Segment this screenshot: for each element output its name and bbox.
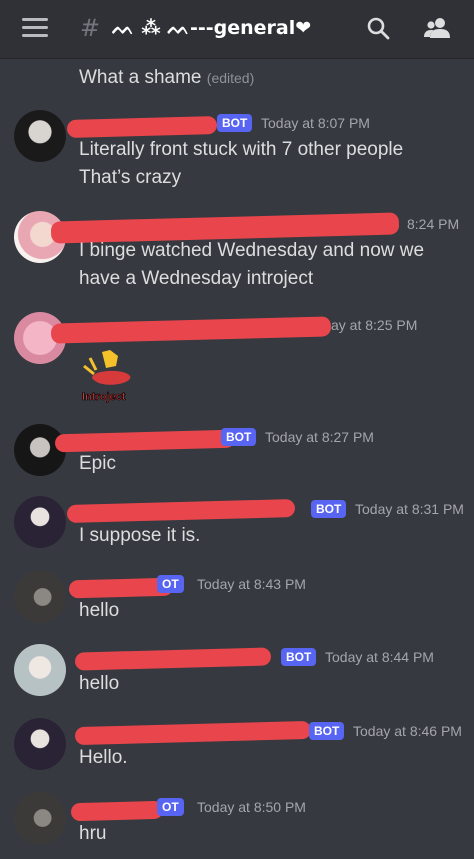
timestamp: Today at 8:43 PM — [197, 576, 306, 592]
hash-icon: # — [80, 14, 101, 42]
bot-badge: BOT — [217, 114, 253, 132]
bot-badge: OT — [157, 575, 184, 593]
sticker-label: Introject — [82, 391, 126, 403]
redacted-username — [66, 116, 218, 138]
message-text: hru — [79, 823, 107, 844]
avatar[interactable] — [14, 110, 66, 162]
timestamp: Today at 8:46 PM — [353, 723, 462, 739]
message-text: Hello. — [79, 747, 128, 768]
redacted-username — [54, 429, 236, 453]
redacted-username — [70, 800, 164, 822]
avatar[interactable] — [14, 718, 66, 770]
timestamp: ay at 8:25 PM — [331, 317, 418, 333]
redacted-username — [74, 720, 312, 746]
redacted-username — [50, 316, 332, 344]
message-text: I binge watched Wednesday and now we hav… — [79, 240, 425, 289]
bot-badge: BOT — [221, 428, 257, 446]
avatar[interactable] — [14, 496, 66, 548]
message-text: What a shame (edited) — [79, 67, 255, 88]
timestamp: Today at 8:50 PM — [197, 799, 306, 815]
timestamp: 8:24 PM — [407, 216, 460, 232]
avatar[interactable] — [14, 792, 66, 844]
bot-badge: BOT — [281, 648, 317, 666]
timestamp: Today at 8:07 PM — [261, 115, 370, 131]
members-icon[interactable] — [424, 16, 450, 40]
edited-label: (edited) — [206, 70, 255, 86]
bot-badge: BOT — [311, 500, 347, 518]
message-text: I suppose it is. — [79, 525, 201, 546]
menu-icon[interactable] — [22, 18, 48, 40]
message-text: hello — [79, 673, 120, 694]
search-icon[interactable] — [366, 16, 390, 40]
timestamp: Today at 8:27 PM — [265, 429, 374, 445]
redacted-username — [74, 647, 272, 671]
message-text: Epic — [79, 453, 116, 474]
message-text: Literally front stuck with 7 other peopl… — [79, 139, 404, 188]
channel-name[interactable]: ᨓ ⁂ ᨓ---general❤ — [112, 17, 311, 39]
redacted-username — [66, 499, 296, 523]
bot-badge: OT — [157, 798, 184, 816]
channel-header: # ᨓ ⁂ ᨓ---general❤ — [0, 0, 474, 58]
message-text: hello — [79, 600, 120, 621]
avatar[interactable] — [14, 571, 66, 623]
bot-badge: BOT — [309, 722, 345, 740]
timestamp: Today at 8:31 PM — [355, 501, 464, 517]
avatar[interactable] — [14, 644, 66, 696]
sticker-image[interactable]: Introject — [80, 348, 140, 404]
timestamp: Today at 8:44 PM — [325, 649, 434, 665]
